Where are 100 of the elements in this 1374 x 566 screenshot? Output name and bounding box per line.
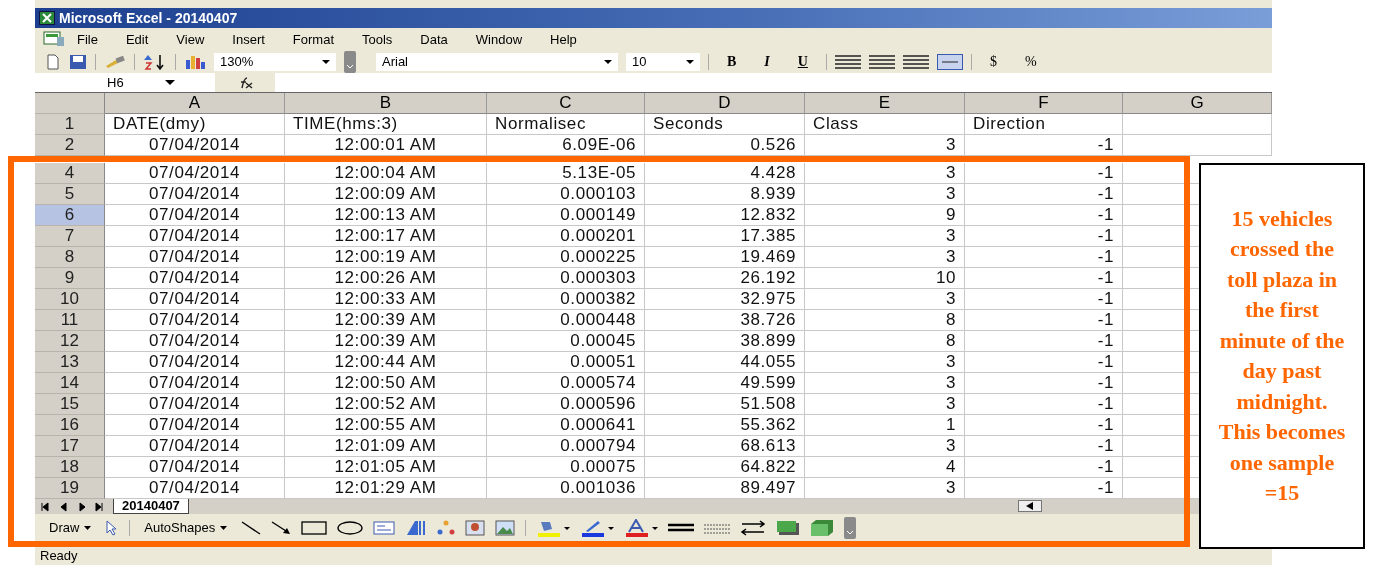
row-header[interactable]: 9 [35,268,105,289]
scroll-left-icon[interactable] [1018,499,1042,512]
row-header[interactable]: 12 [35,331,105,352]
row-header[interactable]: 6 [35,205,105,226]
sheet-tab[interactable]: 20140407 [113,499,189,514]
font-dropdown[interactable]: Arial [376,52,618,71]
rectangle-icon[interactable] [301,520,328,535]
table-cell: -1 [965,289,1123,310]
column-header[interactable]: B [285,93,487,114]
row-header[interactable]: 17 [35,436,105,457]
chart-icon[interactable] [184,53,206,70]
row-header[interactable]: 16 [35,415,105,436]
table-cell: 07/04/2014 [105,135,285,156]
menu-item[interactable]: Help [538,31,593,47]
save-icon[interactable] [69,53,87,70]
row-header[interactable]: 10 [35,289,105,310]
table-cell: 38.899 [645,331,805,352]
bold-button[interactable]: B [717,53,747,70]
row-header[interactable]: 14 [35,373,105,394]
wordart-icon[interactable] [405,519,428,536]
underline-button[interactable]: U [787,53,818,70]
row-header[interactable]: 18 [35,457,105,478]
table-cell: 12:00:33 AM [285,289,487,310]
zoom-dropdown[interactable]: 130% [214,52,336,71]
diagram-icon[interactable] [437,519,456,536]
row-header[interactable]: 8 [35,247,105,268]
autoshapes-menu-button[interactable]: AutoShapes [140,520,232,535]
ellipse-icon[interactable] [337,520,364,535]
merge-center-icon[interactable] [936,53,963,70]
draw-menu-button[interactable]: Draw [45,520,96,535]
row-header[interactable]: 1 [35,114,105,135]
column-header[interactable]: F [965,93,1123,114]
menu-item[interactable]: File [65,31,114,47]
menu-item[interactable]: View [164,31,221,47]
caret-icon [686,59,694,64]
currency-button[interactable]: $ [979,53,1007,70]
font-color-icon[interactable] [624,518,659,537]
italic-button[interactable]: I [754,53,780,70]
align-icon[interactable] [834,54,861,69]
column-header[interactable]: C [487,93,645,114]
row-header[interactable]: 4 [35,163,105,184]
align-icon[interactable] [868,54,895,69]
line-icon[interactable] [241,520,262,535]
row-header[interactable]: 19 [35,478,105,499]
row-header[interactable]: 7 [35,226,105,247]
table-cell: -1 [965,247,1123,268]
align-icon[interactable] [902,54,929,69]
table-cell: TIME(hms:3) [285,114,487,135]
table-cell: 55.362 [645,415,805,436]
table-cell: -1 [965,226,1123,247]
font-size-dropdown[interactable]: 10 [626,52,700,71]
3d-box-icon[interactable] [810,518,835,537]
table-cell: 07/04/2014 [105,184,285,205]
table-cell: 0.000303 [487,268,645,289]
menu-item[interactable]: Insert [220,31,281,47]
row-header[interactable]: 5 [35,184,105,205]
row-header[interactable]: 11 [35,310,105,331]
row-header[interactable]: 15 [35,394,105,415]
table-cell: 12.832 [645,205,805,226]
arrow-icon[interactable] [271,520,292,535]
table-cell: 12:00:26 AM [285,268,487,289]
new-document-icon[interactable] [45,53,61,70]
column-header[interactable]: D [645,93,805,114]
table-cell: 6.09E-06 [487,135,645,156]
column-header[interactable]: E [805,93,965,114]
column-header[interactable]: A [105,93,285,114]
table-cell: 3 [805,352,965,373]
text-box-icon[interactable] [373,520,396,535]
menu-item[interactable]: Edit [113,31,165,47]
row-header[interactable]: 13 [35,352,105,373]
menu-item[interactable]: Format [280,31,350,47]
line-style-icon[interactable] [668,521,695,534]
menu-item[interactable]: Window [463,31,539,47]
toolbar-options-icon[interactable] [844,516,857,539]
menu-item[interactable]: Data [408,31,464,47]
table-cell: 3 [805,373,965,394]
row-header[interactable]: 2 [35,135,105,156]
toolbar-options-icon[interactable] [344,50,356,73]
table-cell: 12:00:55 AM [285,415,487,436]
table-cell: Class [805,114,965,135]
clip-art-icon[interactable] [465,519,486,536]
arrow-style-icon[interactable] [740,519,767,536]
shadow-icon[interactable] [776,519,801,536]
image-icon[interactable] [495,519,516,536]
line-color-icon[interactable] [580,518,615,537]
table-cell: 0.000596 [487,394,645,415]
sort-icon[interactable] [143,52,167,71]
table-cell: Direction [965,114,1123,135]
column-header[interactable]: G [1123,93,1272,114]
caret-icon [220,525,228,530]
table-cell: 12:00:39 AM [285,310,487,331]
table-cell: 3 [805,163,965,184]
percent-button[interactable]: % [1014,53,1047,70]
table-cell: 12:00:01 AM [285,135,487,156]
brush-icon[interactable] [104,53,126,70]
name-box[interactable]: H6 [35,73,215,92]
table-cell: -1 [965,436,1123,457]
menu-item[interactable]: Tools [350,31,409,47]
sheet-navigation-icon[interactable] [41,501,105,512]
caret-icon [165,80,175,85]
